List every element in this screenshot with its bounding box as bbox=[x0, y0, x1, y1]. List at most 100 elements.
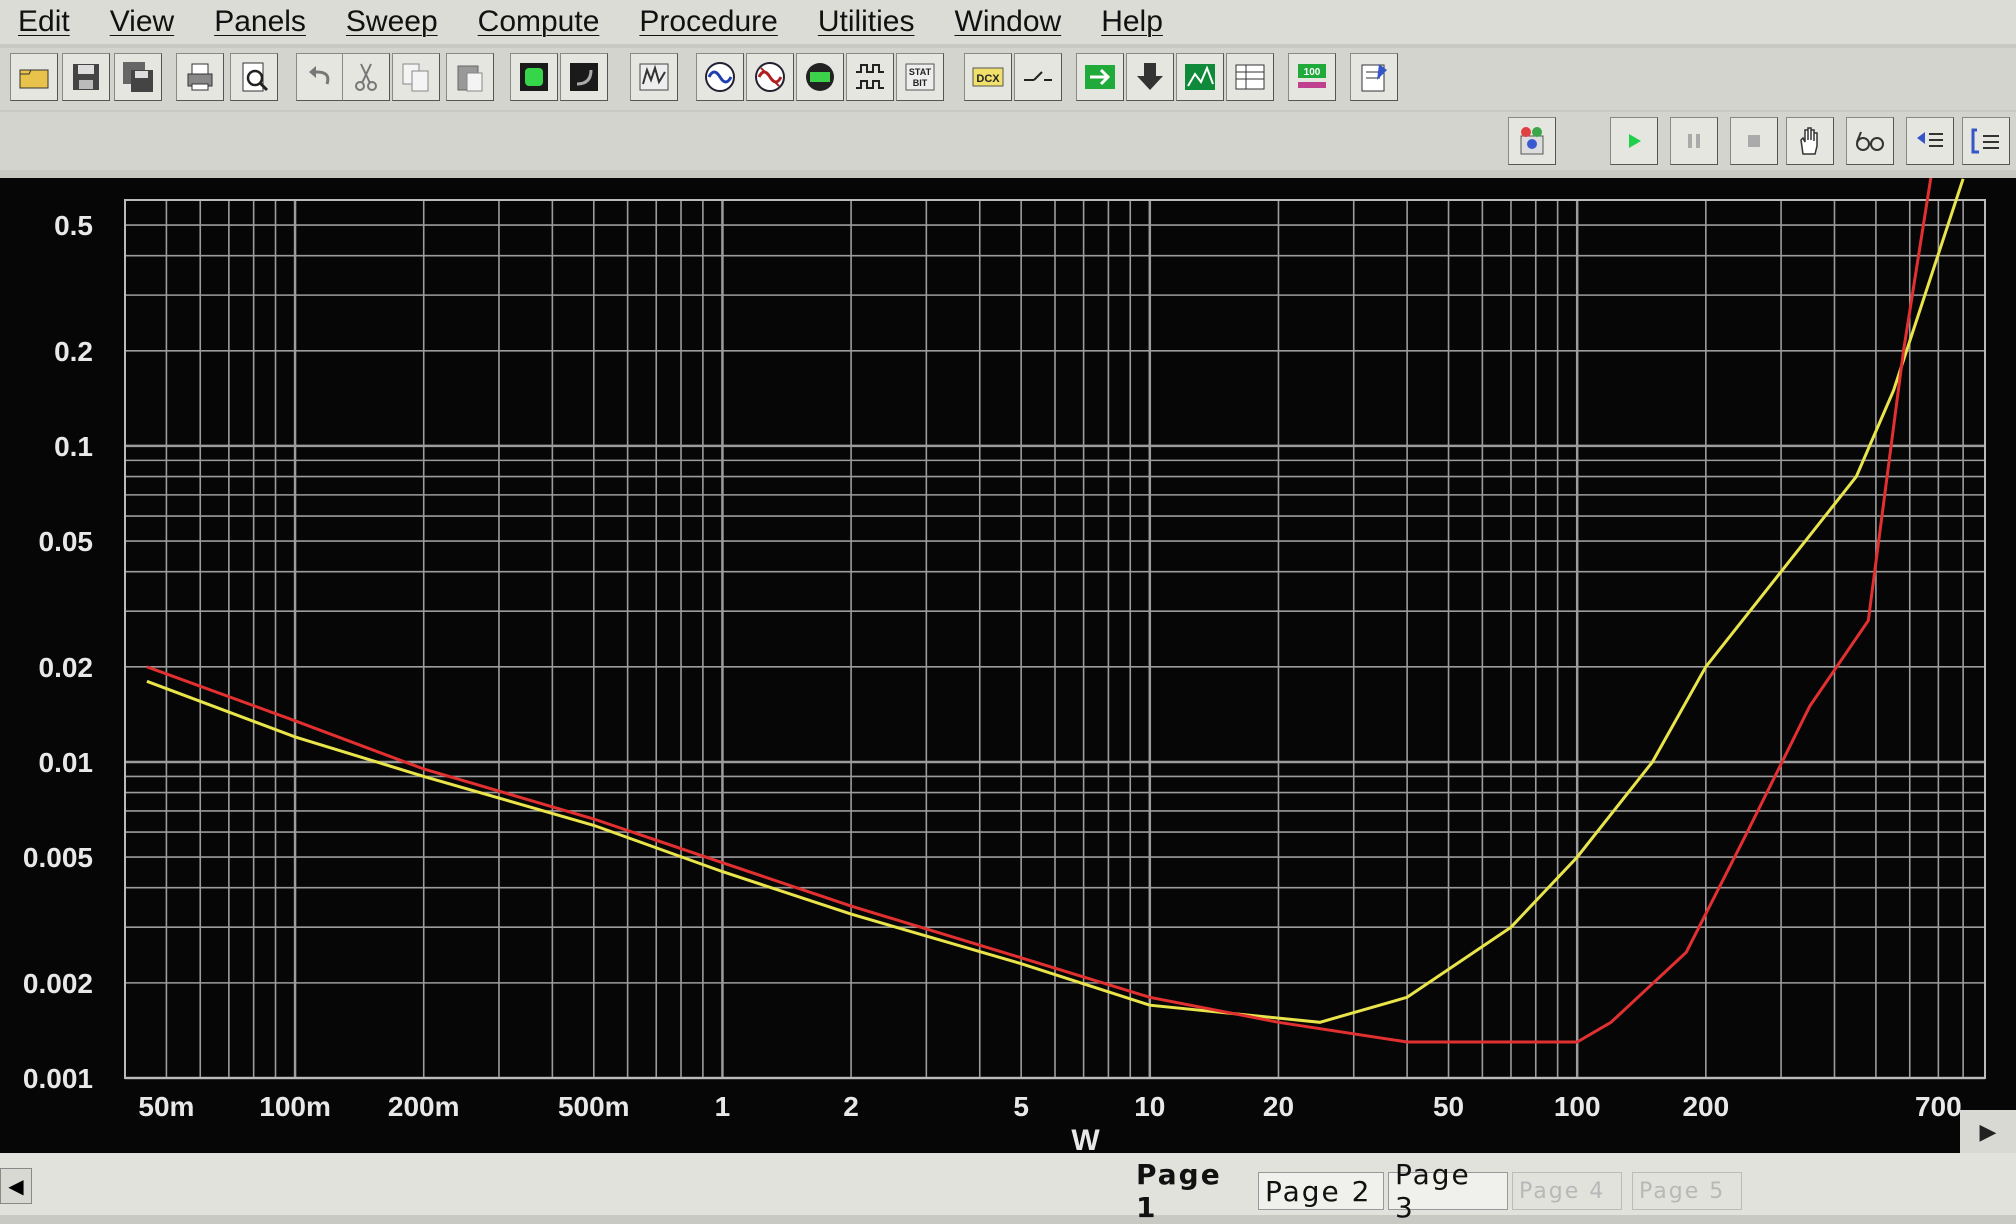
pause-button[interactable] bbox=[1670, 117, 1718, 165]
save-all-icon bbox=[123, 62, 153, 92]
record-button[interactable] bbox=[510, 53, 558, 101]
glasses-icon bbox=[1856, 131, 1884, 151]
paste-button[interactable] bbox=[446, 53, 494, 101]
x-tick-label: 100m bbox=[259, 1091, 331, 1122]
graph-panel[interactable]: 50m 100m 200m 500m 1 2 5 10 20 50 100 200 700 0.001 0.… bbox=[0, 178, 2016, 1153]
menu-utilities[interactable]: Utilities bbox=[818, 5, 915, 39]
print-preview-icon bbox=[242, 62, 269, 92]
log-log-graph[interactable]: 50m 100m 200m 500m 1 2 5 10 20 50 100 200 700 0.001 0.… bbox=[0, 178, 2016, 1153]
analyzer-panel-button[interactable] bbox=[630, 53, 678, 101]
menu-window[interactable]: Window bbox=[955, 5, 1062, 39]
step-icon bbox=[1917, 132, 1943, 147]
menu-help[interactable]: Help bbox=[1101, 5, 1163, 39]
copy-button[interactable] bbox=[392, 53, 440, 101]
bargraph-button[interactable]: 100 bbox=[1288, 53, 1336, 101]
level-button[interactable] bbox=[796, 53, 844, 101]
menu-panels[interactable]: Panels bbox=[214, 5, 306, 39]
menu-edit[interactable]: Edit bbox=[18, 5, 70, 39]
glasses-button[interactable] bbox=[1846, 117, 1894, 165]
print-button[interactable] bbox=[176, 53, 224, 101]
x-tick-label: 1 bbox=[715, 1091, 731, 1122]
y-tick-label: 0.002 bbox=[23, 968, 93, 999]
paste-icon bbox=[457, 65, 483, 92]
main-toolbar: STAT BIT DCX 100 bbox=[0, 48, 2016, 110]
menu-procedure[interactable]: Procedure bbox=[639, 5, 777, 39]
analyzer-panel-icon bbox=[639, 63, 669, 91]
save-button[interactable] bbox=[62, 53, 110, 101]
loop-button[interactable] bbox=[1962, 117, 2010, 165]
undo-icon bbox=[309, 66, 330, 85]
open-button[interactable] bbox=[10, 53, 58, 101]
scroll-left-arrow[interactable]: ◀ bbox=[0, 1168, 32, 1204]
go-button[interactable] bbox=[1076, 53, 1124, 101]
page-tab-1[interactable]: Page 1 bbox=[1130, 1158, 1254, 1224]
pause-icon bbox=[1688, 134, 1700, 148]
y-tick-label: 0.02 bbox=[39, 652, 94, 683]
level-icon bbox=[806, 63, 834, 91]
x-tick-label: 5 bbox=[1013, 1091, 1029, 1122]
settings-icon bbox=[1520, 127, 1544, 155]
dcx-button[interactable]: DCX bbox=[964, 53, 1012, 101]
x-tick-label: 500m bbox=[558, 1091, 630, 1122]
hand-button[interactable] bbox=[1786, 117, 1834, 165]
stop-button[interactable] bbox=[1730, 117, 1778, 165]
digital-io-button[interactable] bbox=[846, 53, 894, 101]
status-bit-icon: STATBIT bbox=[905, 63, 935, 91]
page-tab-2[interactable]: Page 2 bbox=[1258, 1172, 1384, 1210]
status-bit-button[interactable]: STAT BIT bbox=[896, 53, 944, 101]
y-tick-label: 0.05 bbox=[39, 526, 94, 557]
stop-icon bbox=[1748, 135, 1760, 147]
page-tab-3[interactable]: Page 3 bbox=[1388, 1158, 1508, 1224]
x-tick-label: 20 bbox=[1263, 1091, 1294, 1122]
generator-button[interactable] bbox=[696, 53, 744, 101]
edit-procedure-icon bbox=[1361, 64, 1387, 92]
cut-icon bbox=[355, 63, 377, 91]
data-table-button[interactable] bbox=[1226, 53, 1274, 101]
digital-io-icon bbox=[856, 64, 884, 89]
hand-icon bbox=[1800, 127, 1818, 155]
download-icon bbox=[1137, 63, 1163, 90]
open-icon bbox=[19, 69, 49, 89]
undo-button[interactable] bbox=[296, 53, 344, 101]
menu-sweep[interactable]: Sweep bbox=[346, 5, 438, 39]
page-tab-4[interactable]: Page 4 bbox=[1512, 1172, 1622, 1210]
svg-text:DCX: DCX bbox=[976, 73, 1000, 85]
settings-button[interactable] bbox=[1508, 117, 1556, 165]
page-tab-5[interactable]: Page 5 bbox=[1632, 1172, 1742, 1210]
graph-icon bbox=[1185, 64, 1215, 90]
x-tick-label: 200m bbox=[388, 1091, 460, 1122]
cut-button[interactable] bbox=[342, 53, 390, 101]
sweep-toolbar bbox=[0, 112, 2016, 170]
bargraph-icon: 100 bbox=[1298, 64, 1326, 88]
x-tick-label: 50 bbox=[1433, 1091, 1464, 1122]
x-tick-label: 100 bbox=[1554, 1091, 1601, 1122]
switcher-button[interactable] bbox=[1014, 53, 1062, 101]
menu-compute[interactable]: Compute bbox=[478, 5, 600, 39]
x-tick-label: 2 bbox=[843, 1091, 859, 1122]
y-tick-label: 0.001 bbox=[23, 1063, 93, 1094]
run-button[interactable] bbox=[1610, 117, 1658, 165]
menu-bar: Edit View Panels Sweep Compute Procedure Utili… bbox=[0, 0, 2016, 44]
menu-view[interactable]: View bbox=[110, 5, 174, 39]
stop-record-button[interactable] bbox=[560, 53, 608, 101]
edit-procedure-button[interactable] bbox=[1350, 53, 1398, 101]
generator-icon bbox=[705, 62, 735, 92]
meter-button[interactable] bbox=[746, 53, 794, 101]
dcx-icon: DCX bbox=[972, 67, 1004, 87]
x-tick-label: 50m bbox=[138, 1091, 194, 1122]
download-button[interactable] bbox=[1126, 53, 1174, 101]
step-button[interactable] bbox=[1906, 117, 1954, 165]
graph-button[interactable] bbox=[1176, 53, 1224, 101]
save-icon bbox=[73, 64, 99, 90]
print-preview-button[interactable] bbox=[230, 53, 278, 101]
run-icon bbox=[1629, 134, 1641, 148]
loop-icon bbox=[1971, 128, 1999, 154]
copy-icon bbox=[402, 63, 429, 92]
x-tick-label: 200 bbox=[1682, 1091, 1729, 1122]
x-tick-label: 700 bbox=[1915, 1091, 1962, 1122]
scroll-right-arrow[interactable]: ▶ bbox=[1960, 1110, 2016, 1154]
save-all-button[interactable] bbox=[114, 53, 162, 101]
stop-record-icon bbox=[570, 63, 598, 91]
x-axis-label: W bbox=[1071, 1124, 1100, 1153]
series-line-2 bbox=[146, 178, 1933, 1044]
